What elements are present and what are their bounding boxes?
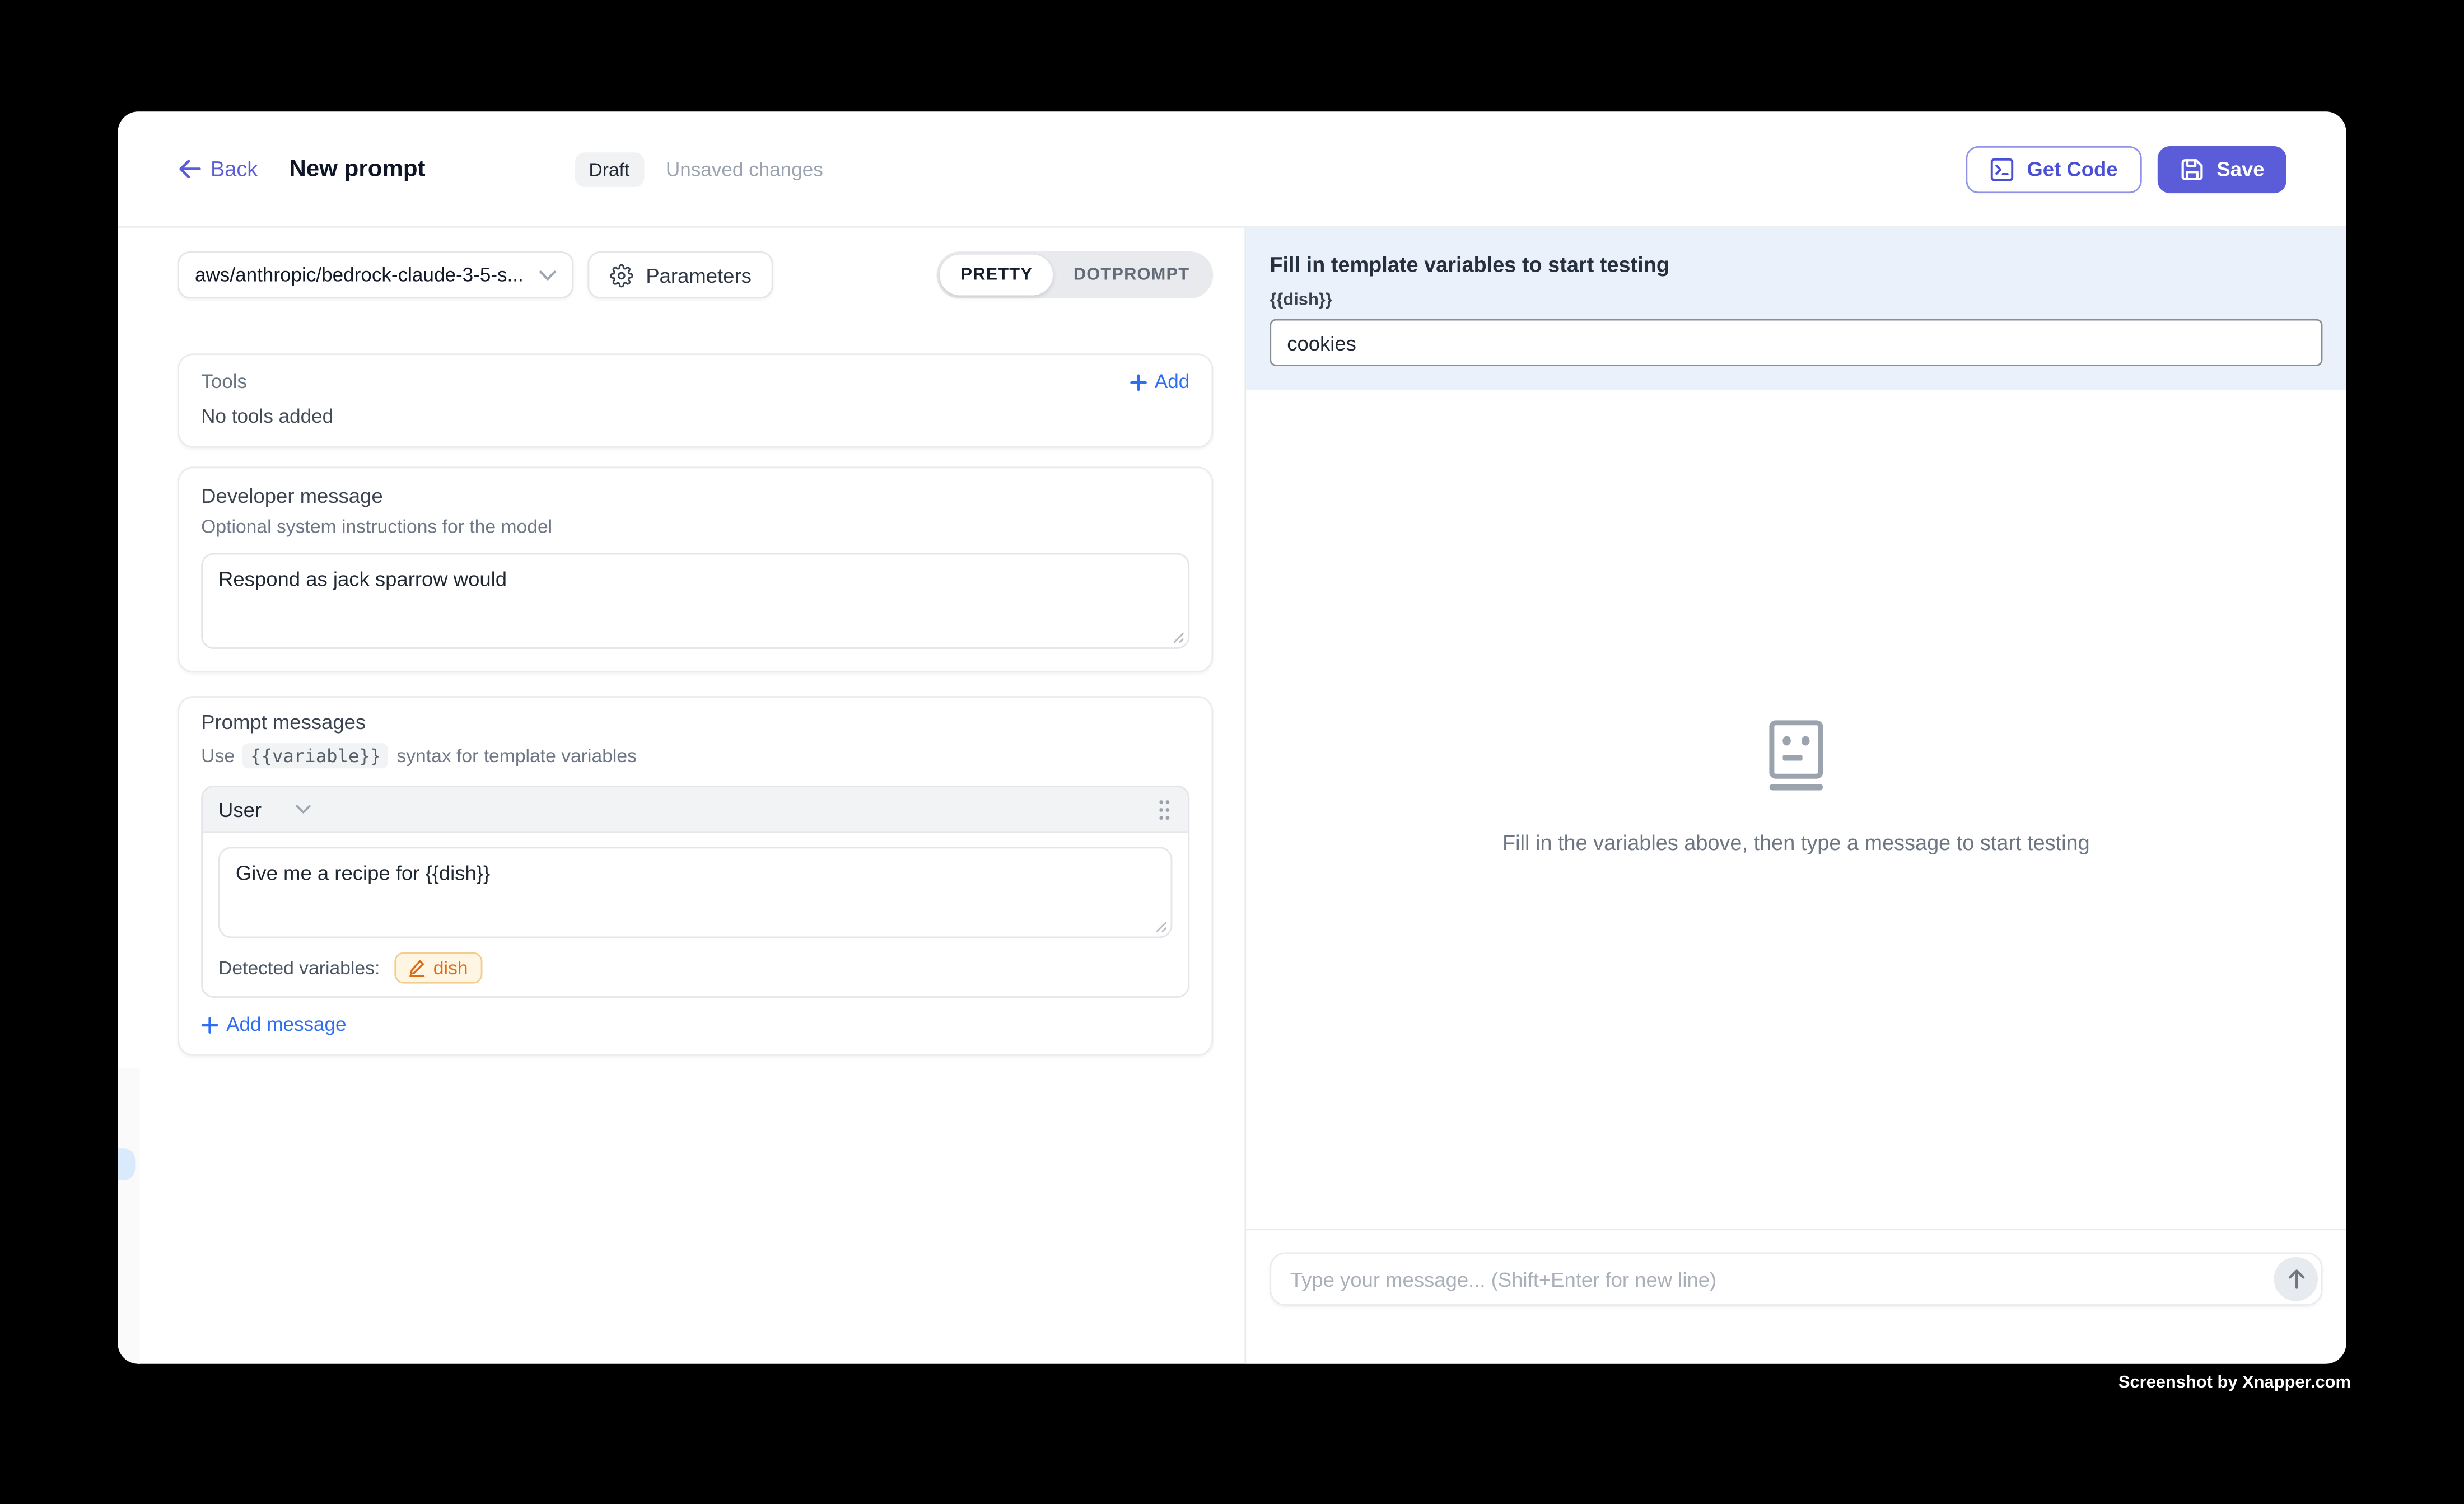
back-label: Back — [211, 157, 258, 181]
hint-prefix: Use — [201, 745, 235, 767]
tools-empty-text: No tools added — [201, 405, 1189, 427]
drag-handle-icon[interactable] — [1156, 797, 1172, 821]
role-selector[interactable]: User — [218, 797, 312, 821]
detected-variables-label: Detected variables: — [218, 957, 380, 979]
parameters-label: Parameters — [646, 263, 752, 287]
header: Back New prompt Draft Unsaved changes Ge… — [118, 111, 2346, 228]
developer-message-textarea[interactable]: Respond as jack sparrow would — [201, 553, 1189, 649]
add-tool-button[interactable]: Add — [1130, 371, 1189, 393]
get-code-button[interactable]: Get Code — [1966, 146, 2141, 193]
tools-card: Tools Add No tools added — [178, 353, 1213, 447]
view-toggle: PRETTY DOTPROMPT — [937, 251, 1213, 298]
app-window: Back New prompt Draft Unsaved changes Ge… — [118, 111, 2346, 1363]
tab-dotprompt[interactable]: DOTPROMPT — [1053, 255, 1210, 296]
variable-badge-dish[interactable]: dish — [394, 952, 482, 984]
variable-badge-label: dish — [433, 957, 468, 979]
get-code-label: Get Code — [2027, 157, 2117, 181]
left-edge-highlight-artifact — [118, 1148, 135, 1180]
chat-area: Fill in the variables above, then type a… — [1246, 390, 2346, 1229]
arrow-left-icon — [178, 158, 201, 179]
back-button[interactable]: Back — [178, 157, 258, 181]
gear-icon — [610, 263, 633, 287]
message-block: User — [201, 786, 1189, 998]
resize-handle-icon[interactable] — [1155, 921, 1167, 933]
body: aws/anthropic/bedrock-claude-3-5-s... — [118, 228, 2346, 1364]
arrow-up-icon — [2286, 1268, 2306, 1290]
role-value: User — [218, 797, 262, 821]
prompt-messages-card: Prompt messages Use {{variable}} syntax … — [178, 696, 1213, 1056]
add-tool-label: Add — [1155, 371, 1189, 393]
add-message-button[interactable]: Add message — [201, 1013, 1189, 1035]
header-actions: Get Code Save — [1966, 146, 2286, 193]
message-header: User — [203, 787, 1188, 833]
chat-message-input[interactable] — [1270, 1252, 2322, 1305]
dish-variable-label: {{dish}} — [1270, 291, 2322, 310]
tester-panel: Fill in template variables to start test… — [1244, 228, 2346, 1364]
prompt-messages-title: Prompt messages — [201, 710, 1189, 734]
chat-empty-text: Fill in the variables above, then type a… — [1502, 831, 2090, 854]
hint-suffix: syntax for template variables — [396, 745, 637, 767]
send-button[interactable] — [2274, 1257, 2318, 1301]
detected-variables-row: Detected variables: dish — [218, 952, 1172, 984]
resize-handle-icon[interactable] — [1172, 632, 1184, 644]
chat-input-row — [1246, 1229, 2346, 1363]
page-title: New prompt — [289, 156, 425, 183]
terminal-icon — [1989, 156, 2014, 181]
left-edge-panel-artifact — [118, 1068, 139, 1364]
developer-message-title: Developer message — [201, 484, 1189, 507]
screenshot-stage: Back New prompt Draft Unsaved changes Ge… — [0, 0, 2464, 1503]
developer-message-card: Developer message Optional system instru… — [178, 466, 1213, 672]
tester-heading: Fill in template variables to start test… — [1270, 253, 2322, 277]
model-row: aws/anthropic/bedrock-claude-3-5-s... — [178, 251, 1213, 298]
robot-icon — [1766, 720, 1826, 790]
save-button[interactable]: Save — [2157, 146, 2286, 193]
chevron-down-icon — [539, 269, 556, 281]
editor-panel: aws/anthropic/bedrock-claude-3-5-s... — [118, 228, 1244, 1364]
save-icon — [2179, 156, 2204, 181]
plus-icon — [201, 1016, 218, 1033]
plus-icon — [1130, 373, 1147, 390]
model-selector-value: aws/anthropic/bedrock-claude-3-5-s... — [195, 264, 539, 286]
template-variable-hint: Use {{variable}} syntax for template var… — [201, 743, 1189, 768]
user-message-textarea[interactable]: Give me a recipe for {{dish}} — [218, 847, 1172, 938]
pencil-icon — [408, 959, 426, 978]
watermark-text: Screenshot by Xnapper.com — [2118, 1374, 2351, 1393]
status-badge: Draft — [575, 152, 644, 186]
save-label: Save — [2216, 157, 2264, 181]
variable-syntax-chip: {{variable}} — [242, 743, 389, 768]
unsaved-changes-text: Unsaved changes — [666, 158, 823, 180]
parameters-button[interactable]: Parameters — [587, 251, 773, 298]
tools-title: Tools — [201, 371, 247, 393]
template-variables-section: Fill in template variables to start test… — [1246, 228, 2346, 390]
add-message-label: Add message — [226, 1013, 346, 1035]
model-selector[interactable]: aws/anthropic/bedrock-claude-3-5-s... — [178, 251, 573, 298]
message-body: Give me a recipe for {{dish}} Detected v… — [203, 833, 1188, 996]
chat-empty-state: Fill in the variables above, then type a… — [1502, 720, 2090, 854]
developer-message-subtitle: Optional system instructions for the mod… — [201, 515, 1189, 537]
dish-variable-input[interactable] — [1270, 319, 2322, 366]
tab-pretty[interactable]: PRETTY — [940, 255, 1053, 296]
chevron-down-icon — [296, 805, 312, 814]
